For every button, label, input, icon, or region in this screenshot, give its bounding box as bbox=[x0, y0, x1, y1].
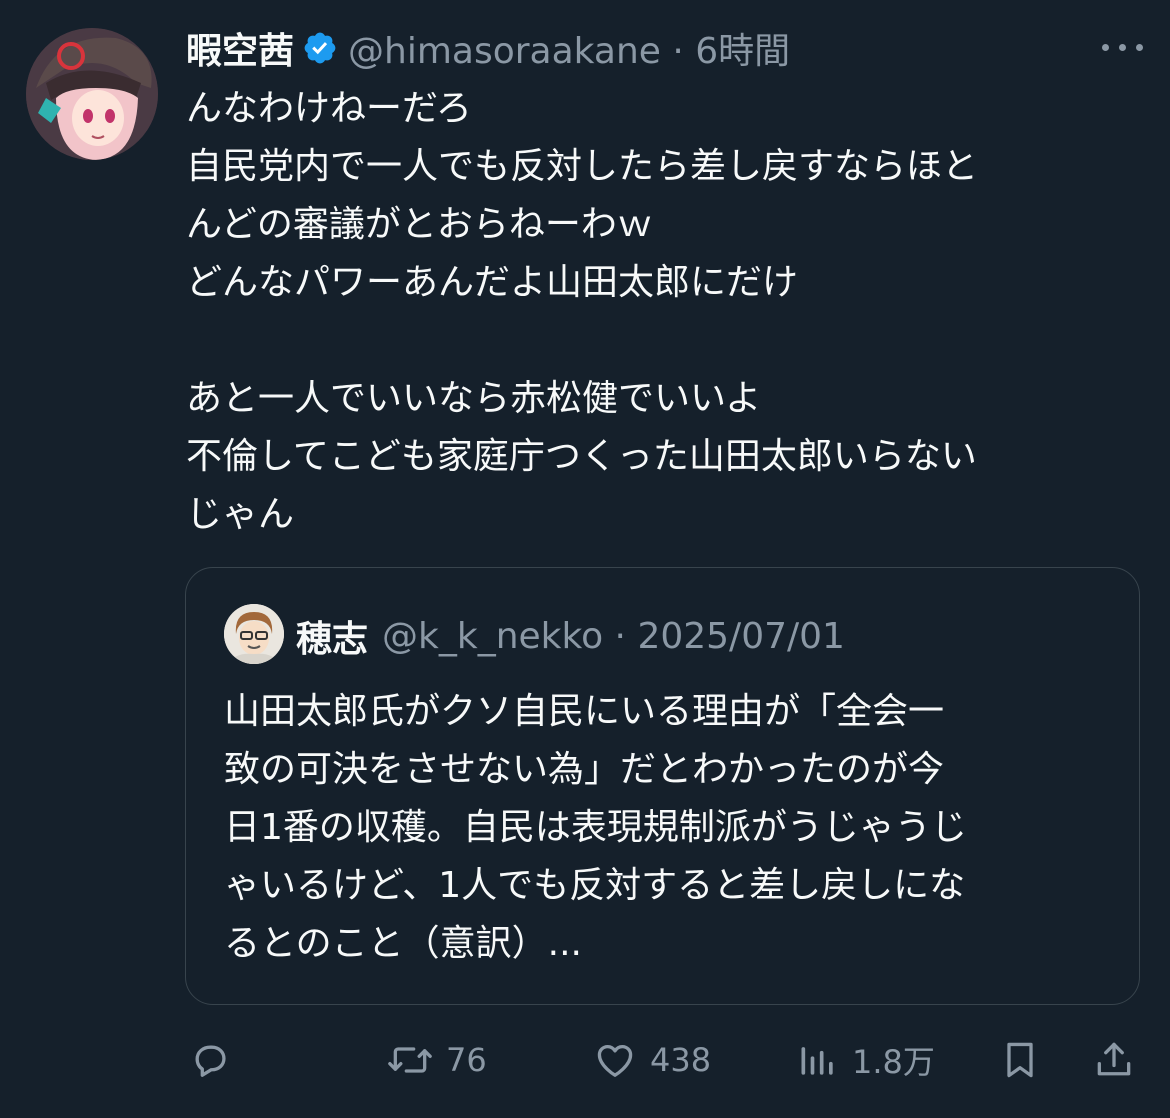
author-name[interactable]: 暇空茜 bbox=[186, 22, 294, 74]
bookmark-button[interactable] bbox=[998, 1030, 1042, 1090]
post-line: んなわけねーだろ bbox=[186, 88, 472, 129]
post-line: あと一人でいいなら赤松健でいいよ bbox=[186, 378, 762, 419]
post-line: どんなパワーあんだよ山田太郎にだけ bbox=[186, 262, 799, 303]
retweet-icon bbox=[386, 1038, 434, 1082]
post-line: んどの審議がとおらねーわｗ bbox=[186, 204, 653, 245]
quoted-line: 日1番の収穫。自民は表現規制派がうじゃうじ bbox=[224, 807, 967, 848]
post-line: 不倫してこども家庭庁つくった山田太郎いらない bbox=[186, 436, 977, 477]
author-avatar[interactable] bbox=[26, 28, 158, 160]
quoted-line: ゃいるけど、1人でも反対すると差し戻しにな bbox=[224, 865, 966, 906]
quoted-line: るとのこと（意訳）... bbox=[224, 923, 582, 964]
quoted-author-handle-date[interactable]: @k_k_nekko · 2025/07/01 bbox=[382, 616, 845, 657]
view-count: 1.8万 bbox=[852, 1043, 935, 1081]
heart-icon bbox=[592, 1038, 638, 1082]
quoted-author-name[interactable]: 穂志 bbox=[296, 610, 368, 662]
post-header: 暇空茜 @himasoraakane · 6時間 bbox=[186, 22, 790, 74]
quoted-line: 致の可決をさせない為」だとわかったのが今 bbox=[224, 749, 945, 790]
author-handle-time[interactable]: @himasoraakane · 6時間 bbox=[348, 22, 790, 74]
retweet-count: 76 bbox=[446, 1041, 487, 1079]
views-chart-icon bbox=[796, 1038, 840, 1082]
like-button[interactable]: 438 bbox=[592, 1030, 711, 1090]
bookmark-icon bbox=[998, 1038, 1042, 1082]
reply-button[interactable] bbox=[188, 1030, 232, 1090]
views-button[interactable]: 1.8万 bbox=[796, 1030, 935, 1090]
more-options-icon[interactable] bbox=[1102, 28, 1148, 64]
verified-badge-icon bbox=[302, 30, 338, 66]
quoted-line: 山田太郎氏がクソ自民にいる理由が「全会一 bbox=[224, 691, 945, 732]
action-bar: 76 438 1.8万 bbox=[186, 1030, 1146, 1090]
quoted-post[interactable]: 穂志 @k_k_nekko · 2025/07/01 山田太郎氏がクソ自民にいる… bbox=[185, 567, 1140, 1005]
share-icon bbox=[1092, 1038, 1136, 1082]
post-line: 自民党内で一人でも反対したら差し戻すならほと bbox=[186, 146, 979, 187]
quoted-author-avatar[interactable] bbox=[224, 604, 284, 664]
post-line: じゃん bbox=[186, 494, 295, 535]
quoted-header: 穂志 @k_k_nekko · 2025/07/01 bbox=[296, 610, 845, 662]
reply-icon bbox=[188, 1038, 232, 1082]
post-line bbox=[186, 312, 1146, 370]
quoted-text: 山田太郎氏がクソ自民にいる理由が「全会一 致の可決をさせない為」だとわかったのが… bbox=[224, 683, 1104, 973]
like-count: 438 bbox=[650, 1041, 712, 1079]
retweet-button[interactable]: 76 bbox=[386, 1030, 487, 1090]
post-text: んなわけねーだろ 自民党内で一人でも反対したら差し戻すならほと んどの審議がとお… bbox=[186, 80, 1146, 544]
share-button[interactable] bbox=[1092, 1030, 1136, 1090]
